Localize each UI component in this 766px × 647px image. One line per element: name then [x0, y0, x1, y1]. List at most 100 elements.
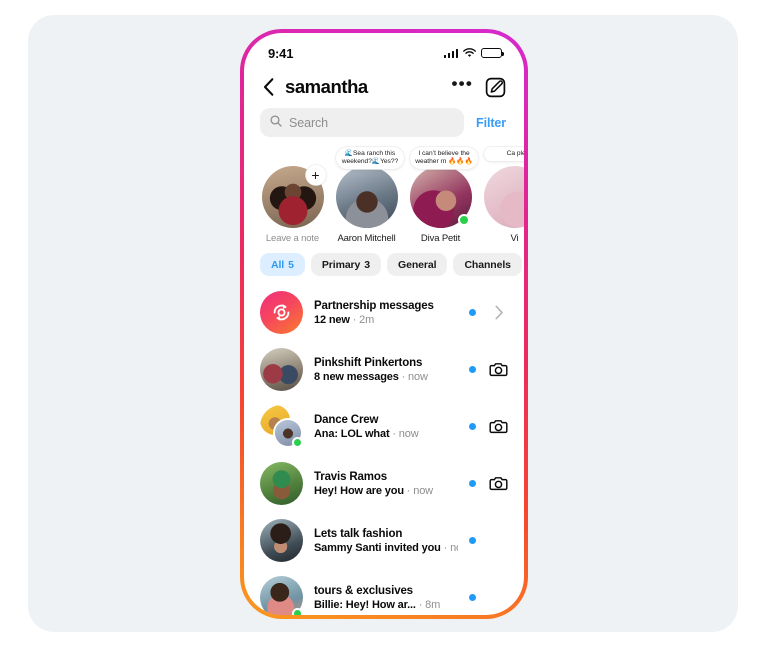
page-title: samantha: [285, 76, 368, 97]
phone-frame: 9:41 samantha ••• Search Filter + Leave …: [240, 29, 528, 619]
battery-full-icon: [481, 47, 505, 59]
message-text: tours & exclusives Billie: Hey! How ar...…: [314, 585, 458, 611]
note-name: Leave a note: [265, 233, 320, 244]
message-list[interactable]: Partnership messages 12 new · 2m Pinkshift…: [244, 284, 524, 615]
online-status-dot: [292, 437, 303, 448]
chip-all[interactable]: All 5: [260, 253, 305, 276]
status-icons: [443, 47, 505, 59]
message-subtitle: 12 new · 2m: [314, 314, 458, 326]
chip-channels[interactable]: Channels: [453, 253, 522, 276]
chevron-right-icon[interactable]: [489, 303, 508, 322]
message-preview: 8 new messages: [314, 370, 399, 383]
add-note-icon[interactable]: +: [305, 165, 326, 185]
message-row-actions: [469, 360, 510, 379]
avatar: [260, 576, 303, 615]
chip-count: 5: [288, 258, 294, 271]
message-subtitle: Billie: Hey! How ar... · 8m: [314, 599, 458, 611]
note-leave-a-note[interactable]: + Leave a note: [258, 147, 327, 244]
avatar: [260, 291, 303, 334]
message-title: tours & exclusives: [314, 584, 413, 597]
message-subtitle: Hey! How are you · now: [314, 485, 458, 497]
message-title: Travis Ramos: [314, 470, 387, 483]
note-bubble[interactable]: 🌊Sea ranch this weekend?🌊Yes??: [336, 147, 404, 169]
message-row-travis-ramos[interactable]: Travis Ramos Hey! How are you · now: [244, 455, 524, 512]
message-row-pinkshift-pinkertons[interactable]: Pinkshift Pinkertons 8 new messages · now: [244, 341, 524, 398]
note-avatar-wrap: [409, 166, 472, 228]
compose-message-icon[interactable]: [485, 77, 506, 98]
search-input[interactable]: Search: [260, 108, 465, 137]
search-icon: [270, 114, 282, 132]
message-row-lets-talk-fashion[interactable]: Lets talk fashion Sammy Santi invited you…: [244, 512, 524, 569]
filter-chips-row[interactable]: All5Primary3GeneralChannelsRequests: [244, 247, 524, 284]
message-row-tours-exclusives[interactable]: tours & exclusives Billie: Hey! How ar...…: [244, 569, 524, 615]
chip-label: Channels: [464, 258, 511, 271]
unread-indicator-dot: [469, 309, 476, 316]
camera-icon[interactable]: [489, 360, 508, 379]
message-preview: Ana: LOL what: [314, 427, 390, 440]
message-subtitle: 8 new messages · now: [314, 371, 458, 383]
message-text: Partnership messages 12 new · 2m: [314, 300, 458, 326]
note-avatar-wrap: [483, 166, 524, 228]
unread-indicator-dot: [469, 480, 476, 487]
status-time: 9:41: [268, 45, 294, 61]
filter-button[interactable]: Filter: [472, 116, 510, 130]
note-bubble[interactable]: I can’t believe the weather rn 🔥🔥🔥: [410, 147, 478, 169]
message-title: Dance Crew: [314, 413, 379, 426]
chip-count: 3: [364, 258, 371, 271]
unread-indicator-dot: [469, 366, 476, 373]
chip-label: General: [398, 258, 437, 271]
message-row-actions: [469, 474, 510, 493]
wifi-icon: [463, 48, 476, 58]
message-subtitle: Sammy Santi invited you · now: [314, 542, 458, 554]
avatar: [483, 166, 524, 228]
avatar: [260, 405, 303, 448]
message-row-actions: [469, 303, 510, 322]
status-bar: 9:41: [244, 33, 524, 67]
note-vi[interactable]: Ca plea Vi: [480, 147, 524, 244]
note-name: Aaron Mitchell: [337, 233, 396, 244]
note-name: Vi: [510, 233, 519, 244]
online-status-dot: [457, 214, 470, 226]
unread-indicator-dot: [469, 537, 476, 544]
unread-indicator-dot: [469, 423, 476, 430]
chevron-left-icon[interactable]: [260, 76, 278, 98]
message-timestamp: · now: [443, 541, 458, 554]
message-text: Lets talk fashion Sammy Santi invited you…: [314, 528, 458, 554]
message-title: Pinkshift Pinkertons: [314, 356, 423, 369]
message-row-partnership-messages[interactable]: Partnership messages 12 new · 2m: [244, 284, 524, 341]
avatar: [260, 519, 303, 562]
message-preview: Billie: Hey! How ar...: [314, 598, 416, 611]
message-timestamp: · 8m: [415, 598, 441, 611]
note-diva-petit[interactable]: I can’t believe the weather rn 🔥🔥🔥 Diva P…: [406, 147, 478, 244]
partnership-badge-icon: [260, 291, 303, 334]
phone-screen: 9:41 samantha ••• Search Filter + Leave …: [244, 33, 524, 615]
online-status-dot: [292, 608, 303, 615]
message-timestamp: · now: [403, 484, 433, 497]
message-row-actions: [469, 417, 510, 436]
message-timestamp: · now: [389, 427, 419, 440]
message-title: Partnership messages: [314, 299, 434, 312]
app-header: samantha •••: [244, 67, 524, 105]
row-action-placeholder: [489, 531, 508, 550]
chip-primary[interactable]: Primary 3: [310, 253, 382, 276]
chip-general[interactable]: General: [387, 253, 448, 276]
note-avatar-wrap: [335, 166, 398, 228]
message-preview: Hey! How are you: [314, 484, 404, 497]
message-row-dance-crew[interactable]: Dance Crew Ana: LOL what · now: [244, 398, 524, 455]
camera-icon[interactable]: [489, 474, 508, 493]
message-timestamp: · now: [398, 370, 428, 383]
message-subtitle: Ana: LOL what · now: [314, 428, 458, 440]
avatar: [260, 348, 303, 391]
note-name: Diva Petit: [420, 233, 461, 244]
note-aaron-mitchell[interactable]: 🌊Sea ranch this weekend?🌊Yes?? Aaron Mitc…: [332, 147, 404, 244]
chip-label: All: [271, 258, 285, 271]
more-options-icon[interactable]: •••: [452, 75, 481, 94]
search-row: Search Filter: [244, 105, 524, 143]
notes-tray[interactable]: + Leave a note 🌊Sea ranch this weekend?🌊Ye…: [244, 143, 524, 247]
message-row-actions: [469, 531, 510, 550]
message-title: Lets talk fashion: [314, 527, 403, 540]
camera-icon[interactable]: [489, 417, 508, 436]
avatar: [335, 166, 398, 228]
note-bubble[interactable]: Ca plea: [484, 147, 524, 162]
message-text: Travis Ramos Hey! How are you · now: [314, 471, 458, 497]
